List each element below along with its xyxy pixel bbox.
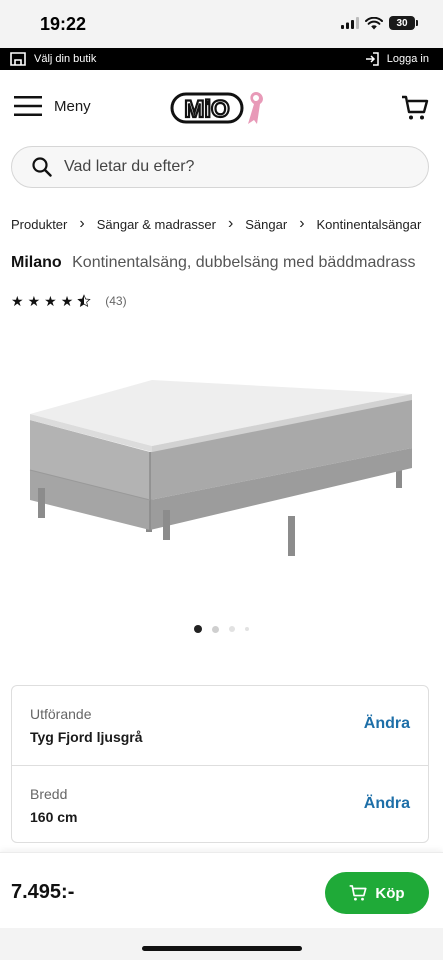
breadcrumb-item-sangar-madrasser[interactable]: Sängar & madrasser <box>97 217 216 232</box>
chevron-right-icon: › <box>227 215 234 232</box>
change-button[interactable]: Ändra <box>364 715 410 733</box>
login-icon <box>365 52 379 66</box>
battery-icon: 30 <box>389 16 418 30</box>
logo-text: MiO <box>184 96 229 123</box>
bed-leg <box>38 488 45 518</box>
wifi-icon <box>365 16 383 29</box>
option-label: Bredd <box>30 786 68 802</box>
search-input[interactable]: Vad letar du efter? <box>64 158 194 176</box>
status-time: 19:22 <box>40 14 87 34</box>
price: 7.495:- <box>11 881 75 903</box>
option-row-utforande[interactable]: Utförande Tyg Fjord ljusgrå Ändra <box>12 686 428 765</box>
header: Meny MiO <box>0 70 443 146</box>
star-full-icon: ★ <box>11 293 24 309</box>
carousel-dot[interactable] <box>229 626 235 632</box>
cart-button[interactable] <box>401 94 429 122</box>
cart-icon <box>402 95 429 120</box>
breadcrumb-item-produkter[interactable]: Produkter <box>11 217 67 232</box>
carousel-dot[interactable] <box>245 627 249 631</box>
star-full-icon: ★ <box>60 293 74 309</box>
breadcrumb-item-kontinentalsangar[interactable]: Kontinentalsängar <box>317 217 422 232</box>
product-options: Utförande Tyg Fjord ljusgrå Ändra Bredd … <box>11 685 429 843</box>
product-rating[interactable]: ★ ★ ★ ★ (43) <box>11 294 127 308</box>
status-icons: 30 <box>341 16 418 30</box>
signal-icon <box>341 17 359 29</box>
breadcrumb-item-sangar[interactable]: Sängar <box>245 217 287 232</box>
carousel-dot[interactable] <box>212 625 219 633</box>
bed-leg <box>288 516 295 556</box>
product-title: Milano Kontinentalsäng, dubbelsäng med b… <box>11 254 415 272</box>
bed-leg <box>163 510 170 540</box>
menu-label: Meny <box>54 97 91 115</box>
product-image[interactable] <box>0 340 443 600</box>
status-bar: 19:22 30 <box>0 0 443 48</box>
home-indicator-area <box>0 928 443 960</box>
hamburger-icon <box>14 96 42 116</box>
carousel-dot-active[interactable] <box>194 625 202 633</box>
star-full-icon: ★ <box>27 293 41 309</box>
chevron-right-icon: › <box>79 215 85 232</box>
store-bar: Välj din butik Logga in <box>0 48 443 70</box>
choose-store-label: Välj din butik <box>34 53 97 65</box>
review-count: (43) <box>105 294 127 308</box>
menu-button[interactable]: Meny <box>14 96 91 116</box>
product-description: Kontinentalsäng, dubbelsäng med bäddmadr… <box>72 254 416 271</box>
cart-icon <box>350 885 367 901</box>
star-half-icon <box>77 294 91 307</box>
choose-store-link[interactable]: Välj din butik <box>10 48 96 70</box>
buy-button[interactable]: Köp <box>325 872 429 914</box>
product-name: Milano <box>11 254 62 271</box>
search-bar[interactable]: Vad letar du efter? <box>11 146 429 188</box>
chevron-right-icon: › <box>299 215 305 232</box>
login-link[interactable]: Logga in <box>365 48 429 70</box>
purchase-footer: 7.495:- Köp <box>0 852 443 928</box>
buy-label: Köp <box>375 884 405 902</box>
option-label: Utförande <box>30 706 92 722</box>
search-icon <box>32 157 52 177</box>
option-row-bredd[interactable]: Bredd 160 cm Ändra <box>12 765 428 844</box>
breadcrumb: Produkter › Sängar & madrasser › Sängar … <box>11 216 421 232</box>
option-value: 160 cm <box>30 809 78 825</box>
option-value: Tyg Fjord ljusgrå <box>30 729 143 745</box>
image-carousel-dots[interactable] <box>0 625 443 633</box>
change-button[interactable]: Ändra <box>364 795 410 813</box>
star-full-icon: ★ <box>44 293 57 309</box>
login-label: Logga in <box>386 53 429 65</box>
home-indicator[interactable] <box>142 946 302 951</box>
store-icon <box>10 52 26 66</box>
mio-logo[interactable]: MiO <box>170 90 270 126</box>
